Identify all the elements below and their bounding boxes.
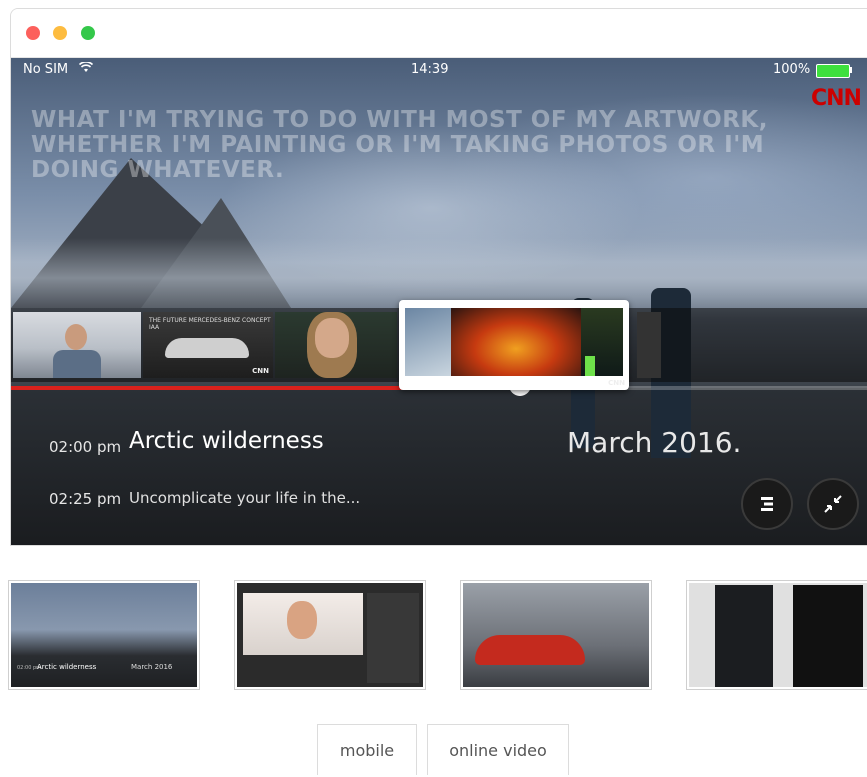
preview-thumbnail[interactable]: 02:00 pm Arctic wilderness March 2016 xyxy=(8,580,200,690)
video-thumbnail[interactable]: THE FUTURE MERCEDES-BENZ CONCEPT IAA CNN xyxy=(143,312,273,378)
video-thumbnail-selected[interactable]: CNN xyxy=(399,300,629,390)
filmstrip: THE FUTURE MERCEDES-BENZ CONCEPT IAA CNN… xyxy=(11,300,867,390)
date-label: March 2016. xyxy=(567,426,742,459)
clock: 14:39 xyxy=(411,62,449,77)
preview-phone xyxy=(793,585,863,687)
battery-icon xyxy=(816,64,850,78)
menu-icon xyxy=(761,497,773,511)
preview-gallery: 02:00 pm Arctic wilderness March 2016 xyxy=(0,580,867,690)
minimize-dot[interactable] xyxy=(53,26,67,40)
preview-title: Arctic wilderness xyxy=(37,663,97,671)
preview-car xyxy=(475,635,585,665)
thumb-car xyxy=(165,338,249,358)
preview-face xyxy=(287,601,317,639)
schedule-time: 02:00 pm xyxy=(49,438,122,456)
wifi-icon xyxy=(79,62,93,72)
battery-tip xyxy=(849,67,852,73)
maximize-dot[interactable] xyxy=(81,26,95,40)
thumb-brand: CNN xyxy=(252,367,269,375)
schedule-title[interactable]: Uncomplicate your life in the... xyxy=(129,489,360,507)
preview-thumbnail[interactable] xyxy=(686,580,867,690)
thumb-caption: THE FUTURE MERCEDES-BENZ CONCEPT IAA xyxy=(149,317,271,331)
thumb-face xyxy=(315,318,349,358)
thumb-brand: CNN xyxy=(608,379,625,387)
video-thumbnail[interactable] xyxy=(275,312,397,378)
video-thumbnail[interactable] xyxy=(637,312,661,378)
carrier-label: No SIM xyxy=(23,62,69,77)
menu-button[interactable] xyxy=(741,478,793,530)
close-dot[interactable] xyxy=(26,26,40,40)
tablet-screen: No SIM 14:39 100% CNN WHAT I'M TRYING TO… xyxy=(11,58,867,545)
browser-window: No SIM 14:39 100% CNN WHAT I'M TRYING TO… xyxy=(10,8,867,546)
preview-date: March 2016 xyxy=(131,663,173,671)
video-thumbnail[interactable] xyxy=(13,312,141,378)
preview-sidebar xyxy=(367,593,419,683)
window-titlebar xyxy=(11,9,867,58)
battery-percent: 100% xyxy=(773,62,811,77)
schedule-title[interactable]: Arctic wilderness xyxy=(129,428,324,454)
thumb-frame xyxy=(581,308,623,376)
thumb-frame xyxy=(405,308,451,376)
ground xyxy=(11,388,867,545)
tab-online-video[interactable]: online video xyxy=(427,724,569,775)
thumb-frame xyxy=(451,308,581,376)
preview-phone xyxy=(715,585,773,687)
tab-mobile[interactable]: mobile xyxy=(317,724,417,775)
collapse-button[interactable] xyxy=(807,478,859,530)
quote-overlay: WHAT I'M TRYING TO DO WITH MOST OF MY AR… xyxy=(31,107,768,183)
preview-thumbnail[interactable] xyxy=(234,580,426,690)
thumb-figure xyxy=(53,350,101,378)
collapse-icon xyxy=(824,495,842,513)
status-bar: No SIM 14:39 100% xyxy=(11,58,867,82)
preview-thumbnail[interactable] xyxy=(460,580,652,690)
schedule-time: 02:25 pm xyxy=(49,490,122,508)
thumb-face xyxy=(65,324,87,350)
